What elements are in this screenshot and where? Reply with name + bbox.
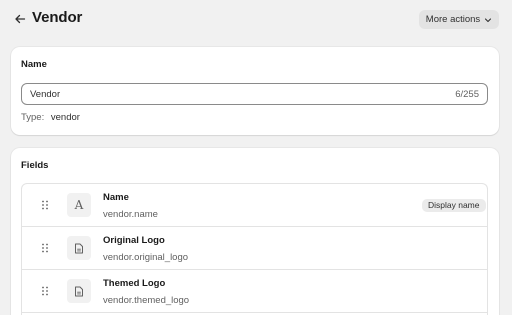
field-row-name[interactable]: A Name vendor.name Display name [22, 184, 487, 227]
drag-handle-icon[interactable] [40, 243, 50, 253]
fields-list: A Name vendor.name Display name Original… [21, 183, 488, 315]
back-button[interactable] [12, 11, 28, 27]
text-icon: A [67, 193, 91, 217]
field-label: Original Logo [103, 235, 165, 246]
name-card: Name 6/255 Type: vendor [11, 47, 499, 135]
drag-handle-icon[interactable] [40, 286, 50, 296]
arrow-left-icon [15, 14, 26, 24]
field-label: Themed Logo [103, 278, 166, 289]
field-row-themed-logo[interactable]: Themed Logo vendor.themed_logo [22, 270, 487, 313]
field-key: vendor.name [103, 209, 158, 220]
file-icon [67, 279, 91, 303]
field-key: vendor.original_logo [103, 252, 189, 263]
fields-card-title: Fields [21, 160, 49, 171]
char-count: 6/255 [455, 88, 479, 100]
page-title: Vendor [32, 9, 83, 26]
file-icon [67, 236, 91, 260]
name-card-title: Name [21, 59, 47, 70]
display-name-badge: Display name [422, 199, 486, 212]
chevron-down-icon [485, 17, 492, 22]
type-value: vendor [50, 112, 80, 123]
more-actions-button[interactable]: More actions [419, 10, 499, 29]
type-line: Type: vendor [21, 112, 80, 123]
fields-card: Fields A Name vendor.name Display name O… [11, 148, 499, 315]
drag-handle-icon[interactable] [40, 200, 50, 210]
field-label: Name [103, 192, 129, 203]
name-field[interactable]: 6/255 [21, 83, 488, 105]
more-actions-label: More actions [425, 14, 481, 25]
field-row-original-logo[interactable]: Original Logo vendor.original_logo [22, 227, 487, 270]
name-input[interactable] [30, 88, 456, 100]
field-key: vendor.themed_logo [103, 295, 190, 306]
type-label: Type: [21, 112, 45, 123]
page-header: Vendor More actions [0, 0, 512, 38]
